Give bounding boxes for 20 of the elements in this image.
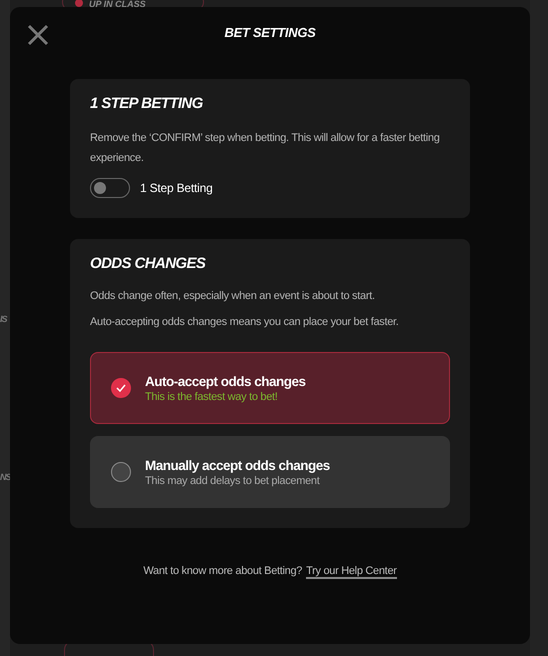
toggle-label: 1 Step Betting: [140, 181, 213, 195]
section-description: Odds change often, especially when an event is about to start.: [90, 289, 375, 304]
section-heading: 1 STEP BETTING: [90, 95, 203, 112]
option-title: Auto-accept odds changes: [145, 374, 306, 388]
radio-icon: [111, 462, 131, 482]
check-icon: [111, 378, 131, 398]
close-icon[interactable]: [27, 24, 49, 46]
option-title: Manually accept odds changes: [145, 458, 330, 472]
odds-option[interactable]: Manually accept odds changes This may add delays to bet placement: [90, 436, 450, 508]
section-description: Remove the ‘CONFIRM’ step when betting. This will allow for a faster betting experience.: [90, 131, 441, 166]
odds-option[interactable]: Auto-accept odds changes This is the fastest way to bet!: [90, 352, 450, 424]
toggle-switch[interactable]: [90, 178, 130, 198]
help-center-link[interactable]: Try our Help Center: [306, 565, 397, 579]
background-label: IS: [0, 314, 7, 324]
section-heading: ODDS CHANGES: [90, 255, 206, 272]
section-description: Auto-accepting odds changes means you can place your bet faster.: [90, 315, 399, 330]
option-subtitle: This may add delays to bet placement: [145, 474, 321, 486]
footer-text: Want to know more about Betting?: [143, 565, 302, 579]
dialog-title: BET SETTINGS: [224, 25, 316, 42]
option-subtitle: This is the fastest way to bet!: [145, 390, 279, 402]
